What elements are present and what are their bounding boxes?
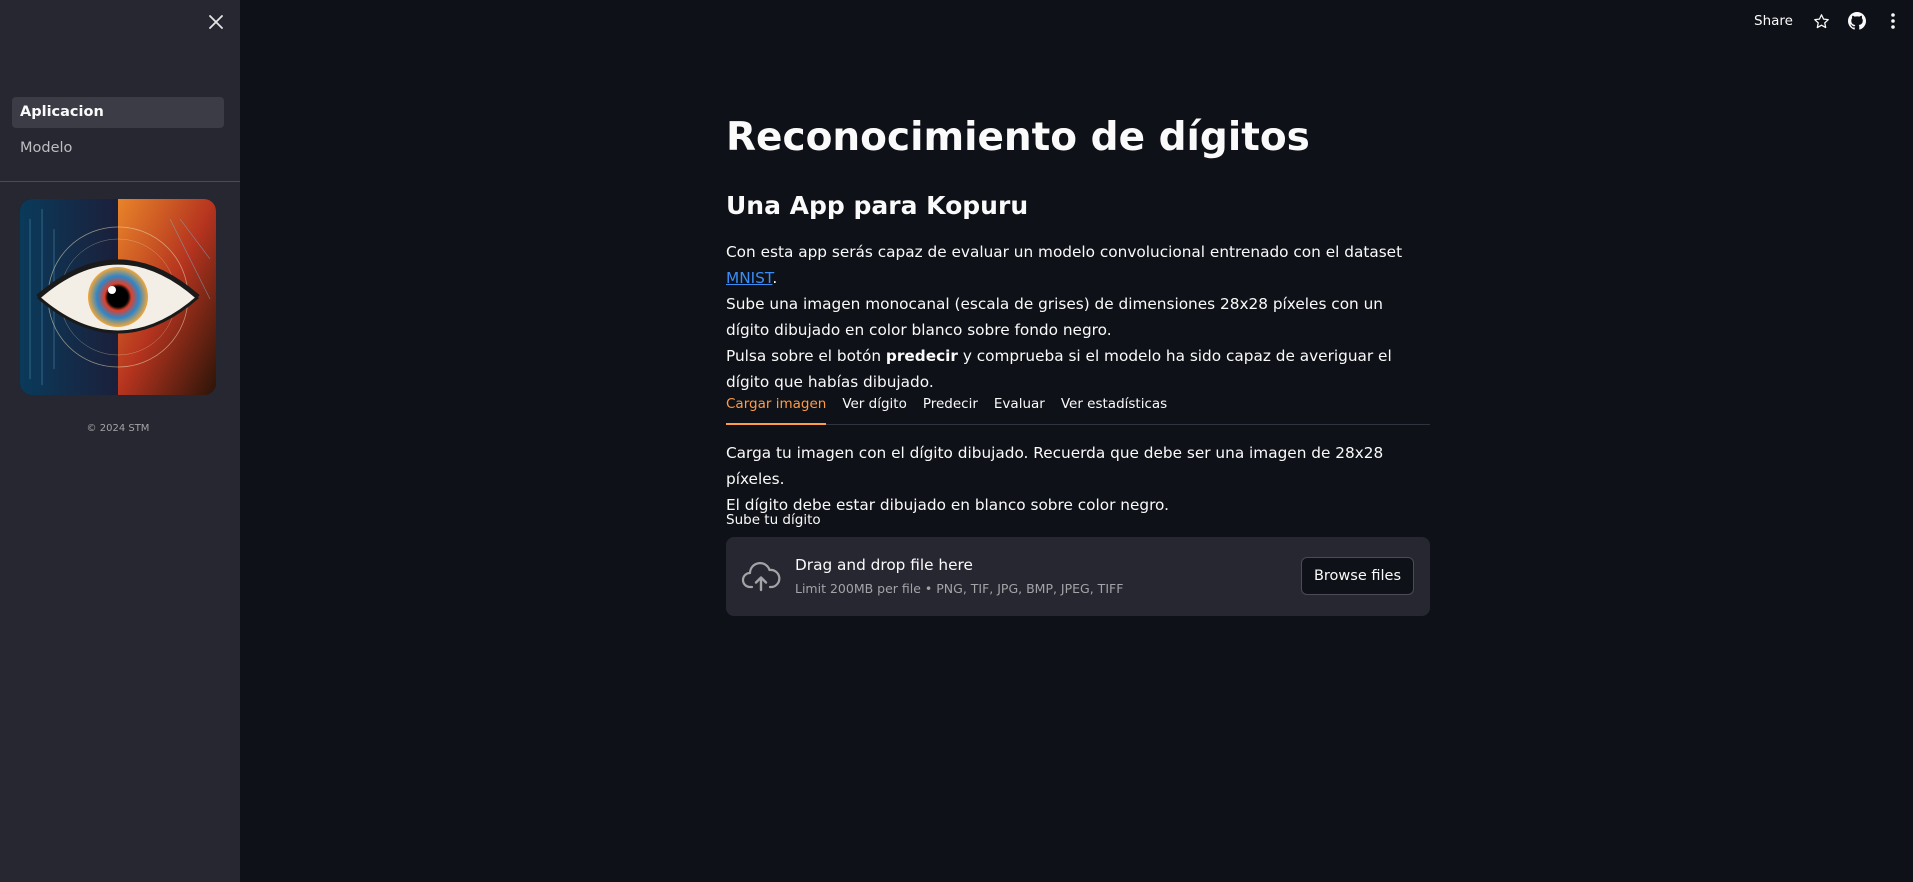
star-icon [1813,13,1829,28]
file-dropzone[interactable]: Drag and drop file here Limit 200MB per … [726,537,1430,616]
eye-illustration [20,199,216,395]
dropzone-limits: Limit 200MB per file • PNG, TIF, JPG, BM… [795,581,1124,596]
tab-evaluar[interactable]: Evaluar [994,391,1045,425]
tab-predecir[interactable]: Predecir [923,391,978,425]
tab-ver-estadisticas[interactable]: Ver estadísticas [1061,391,1167,425]
sidebar-footer: © 2024 STM [86,423,150,434]
intro-line-3: Pulsa sobre el botón predecir y comprueb… [726,343,1430,395]
browse-files-button[interactable]: Browse files [1300,557,1414,595]
page-subtitle: Una App para Kopuru [726,191,1029,220]
sidebar-item-aplicacion[interactable]: Aplicacion [12,97,224,128]
sidebar: Aplicacion Modelo © 2024 STM [0,0,240,882]
mnist-link[interactable]: MNIST [726,269,772,287]
tab-description-line-2: El dígito debe estar dibujado en blanco … [726,496,1169,514]
tab-description-line-1: Carga tu imagen con el dígito dibujado. … [726,444,1384,488]
tab-cargar-imagen[interactable]: Cargar imagen [726,391,827,425]
share-button[interactable]: Share [1754,13,1793,29]
tab-bar: Cargar imagen Ver dígito Predecir Evalua… [726,391,1430,425]
close-icon [209,15,223,29]
github-icon [1848,12,1866,30]
toolbar: Share [1754,8,1903,34]
intro-line-3-bold: predecir [885,347,958,365]
tab-description: Carga tu imagen con el dígito dibujado. … [726,440,1430,518]
github-button[interactable] [1847,11,1867,31]
intro-line-2: Sube una imagen monocanal (escala de gri… [726,295,1384,339]
sidebar-nav: Aplicacion Modelo [12,97,224,169]
upload-label: Sube tu dígito [726,512,821,528]
star-button[interactable] [1811,11,1831,31]
intro-line-1-end: . [772,269,778,287]
cloud-upload-icon [741,562,781,592]
intro-line-1-text: Con esta app serás capaz de evaluar un m… [726,243,1403,261]
main-menu-button[interactable] [1883,11,1903,31]
intro-text: Con esta app serás capaz de evaluar un m… [726,239,1430,395]
intro-line-1: Con esta app serás capaz de evaluar un m… [726,239,1430,291]
sidebar-item-modelo[interactable]: Modelo [12,133,224,164]
more-vertical-icon [1891,13,1895,29]
dropzone-instructions: Drag and drop file here [795,556,973,574]
sidebar-divider [0,181,240,182]
close-sidebar-button[interactable] [204,10,228,34]
page-title: Reconocimiento de dígitos [726,115,1310,160]
tab-ver-digito[interactable]: Ver dígito [842,391,907,425]
intro-line-3-pre: Pulsa sobre el botón [726,347,886,365]
